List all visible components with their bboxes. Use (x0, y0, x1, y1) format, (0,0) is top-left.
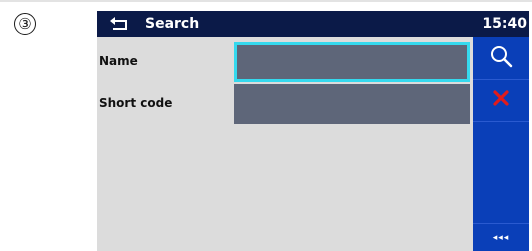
search-button[interactable] (473, 37, 529, 79)
top-divider (0, 0, 532, 2)
clear-button[interactable] (473, 79, 529, 121)
return-arrow-icon[interactable] (109, 14, 131, 32)
page: ③ Search 15:40 Name Short code ◂◂◂ (0, 0, 532, 251)
name-label: Name (99, 54, 138, 68)
screen-title: Search (145, 16, 200, 32)
back-button[interactable]: ◂◂◂ (473, 224, 529, 251)
clock: 15:40 (482, 16, 527, 32)
search-form: Name Short code (97, 37, 473, 251)
instrument-screen: Search 15:40 Name Short code ◂◂◂ (97, 11, 529, 251)
short-code-label: Short code (99, 96, 173, 110)
short-code-input[interactable] (234, 84, 470, 124)
name-input[interactable] (234, 42, 470, 82)
step-marker: ③ (14, 13, 36, 35)
magnifier-icon (489, 44, 513, 72)
title-bar: Search 15:40 (97, 11, 529, 37)
red-x-icon (493, 90, 509, 110)
side-toolbar: ◂◂◂ (473, 37, 529, 251)
toolbar-divider (473, 121, 529, 122)
